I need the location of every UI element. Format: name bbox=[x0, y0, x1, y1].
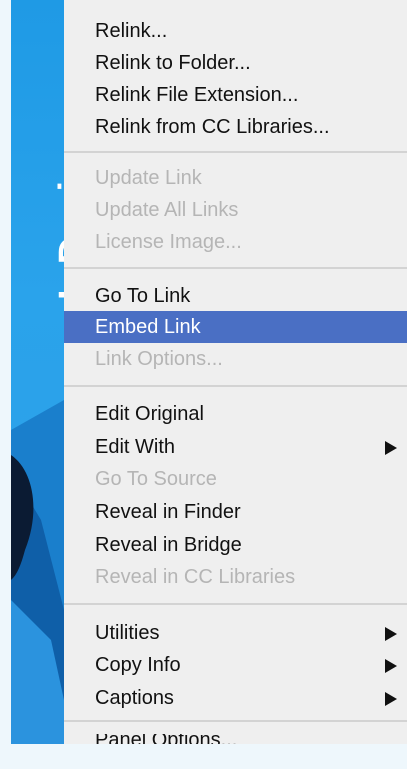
submenu-arrow-icon bbox=[385, 659, 397, 673]
menu-item-panel-options[interactable]: Panel Options... bbox=[64, 734, 407, 744]
menu-item-relink[interactable]: Relink... bbox=[64, 15, 407, 47]
menu-item-license-image: License Image... bbox=[95, 231, 242, 253]
menu-item-reveal-in-finder[interactable]: Reveal in Finder bbox=[64, 496, 407, 528]
app-screenshot: InDesign Relink... Relink to Folder... R… bbox=[0, 0, 407, 769]
menu-item-edit-original[interactable]: Edit Original bbox=[64, 398, 407, 430]
menu-item-label: Panel Options... bbox=[95, 734, 237, 744]
menu-item-label: Utilities bbox=[95, 622, 160, 644]
menu-separator bbox=[64, 385, 407, 387]
menu-item-edit-with[interactable]: Edit With bbox=[64, 431, 407, 463]
menu-item-reveal-in-cc-libraries: Reveal in CC Libraries bbox=[95, 566, 296, 588]
menu-item-relink-from-cc-libraries[interactable]: Relink from CC Libraries... bbox=[64, 111, 407, 143]
menu-item-utilities[interactable]: Utilities bbox=[64, 617, 407, 649]
menu-item-go-to-source: Go To Source bbox=[95, 468, 217, 490]
menu-item-update-link: Update Link bbox=[95, 167, 202, 189]
menu-separator bbox=[64, 151, 407, 153]
links-panel-context-menu: Relink... Relink to Folder... Relink Fil… bbox=[64, 0, 407, 744]
menu-item-captions[interactable]: Captions bbox=[64, 682, 407, 714]
menu-item-reveal-in-bridge[interactable]: Reveal in Bridge bbox=[64, 529, 407, 561]
menu-item-label: Edit With bbox=[95, 436, 176, 458]
menu-item-embed-link[interactable]: Embed Link bbox=[64, 311, 407, 343]
indesign-brand-panel: InDesign bbox=[11, 0, 64, 744]
menu-item-update-all-links: Update All Links bbox=[95, 199, 239, 221]
menu-separator bbox=[64, 267, 407, 269]
menu-separator bbox=[64, 720, 407, 722]
menu-item-link-options: Link Options... bbox=[95, 348, 223, 370]
submenu-arrow-icon bbox=[385, 692, 397, 706]
menu-item-label: Captions bbox=[95, 687, 174, 709]
submenu-arrow-icon bbox=[385, 627, 397, 641]
menu-item-relink-to-folder[interactable]: Relink to Folder... bbox=[64, 47, 407, 79]
menu-item-copy-info[interactable]: Copy Info bbox=[64, 649, 407, 681]
menu-separator bbox=[64, 603, 407, 605]
menu-item-go-to-link[interactable]: Go To Link bbox=[64, 280, 407, 312]
submenu-arrow-icon bbox=[385, 441, 397, 455]
menu-item-label: Copy Info bbox=[95, 654, 181, 676]
menu-item-relink-file-extension[interactable]: Relink File Extension... bbox=[64, 79, 407, 111]
brand-title: InDesign bbox=[52, 131, 64, 300]
